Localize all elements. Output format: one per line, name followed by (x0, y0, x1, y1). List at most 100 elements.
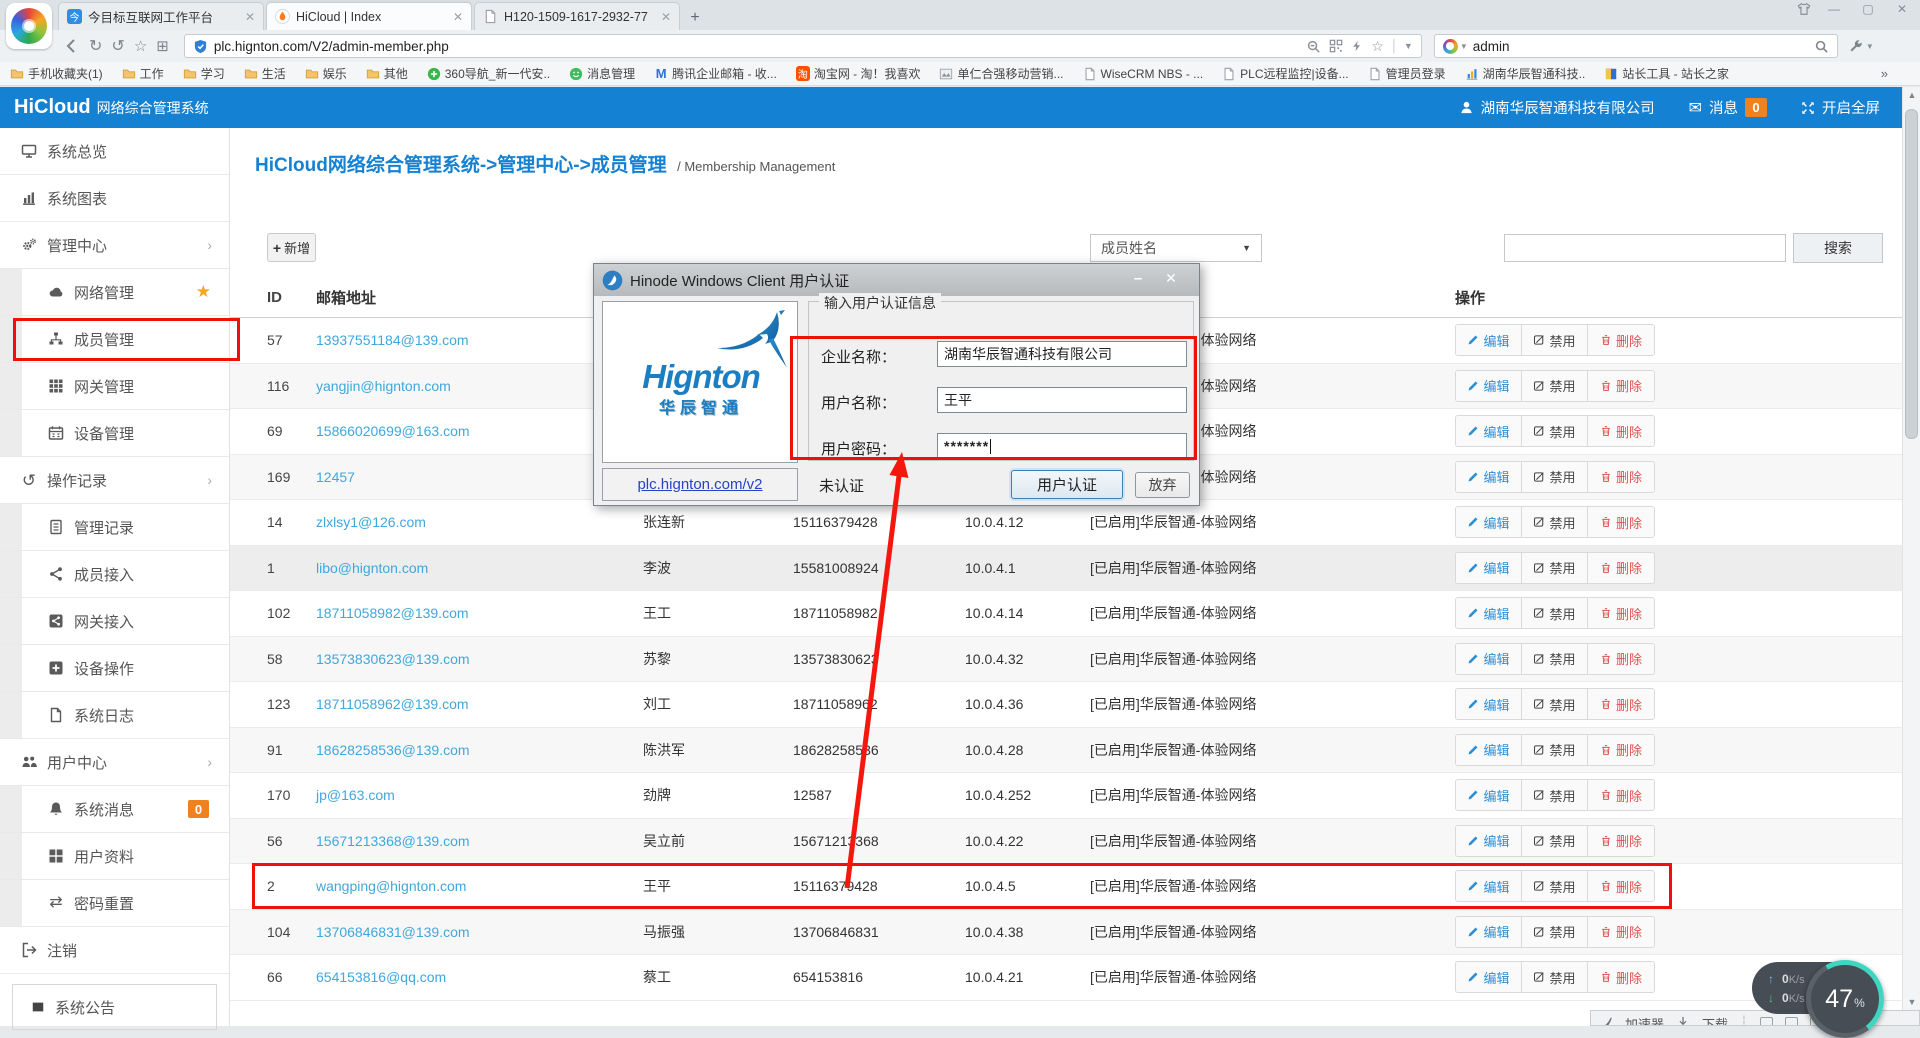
bookmark-item-14[interactable]: 管理员登录 (1368, 65, 1446, 82)
disable-button[interactable]: 禁用 (1522, 780, 1588, 810)
disable-button[interactable]: 禁用 (1522, 553, 1588, 583)
email-link[interactable]: 13937551184@139.com (316, 332, 469, 348)
browser-tab-3[interactable]: H120-1509-1617-2932-77✕ (474, 2, 680, 30)
bookmark-item-13[interactable]: PLC远程监控|设备... (1222, 65, 1348, 82)
add-member-button[interactable]: +新增 (267, 233, 316, 262)
edit-button[interactable]: 编辑 (1456, 917, 1522, 947)
sidebar-item-1[interactable]: 系统总览 (0, 128, 229, 175)
sidebar-item-3[interactable]: 管理中心› (0, 222, 229, 269)
edit-button[interactable]: 编辑 (1456, 598, 1522, 628)
edit-button[interactable]: 编辑 (1456, 735, 1522, 765)
apps-grid-icon[interactable]: ⊞ (156, 37, 169, 55)
sidebar-item-16[interactable]: 用户资料 (0, 833, 229, 880)
sidebar-item-announcement[interactable]: 系统公告 (12, 984, 217, 1030)
bookmark-item-8[interactable]: 消息管理 (569, 65, 635, 82)
edit-button[interactable]: 编辑 (1456, 371, 1522, 401)
delete-button[interactable]: 删除 (1588, 917, 1654, 947)
disable-button[interactable]: 禁用 (1522, 962, 1588, 992)
bookmark-item-1[interactable]: 手机收藏夹(1) (10, 65, 103, 82)
fullscreen-toggle[interactable]: 开启全屏 (1801, 97, 1880, 118)
sidebar-item-11[interactable]: 网关接入 (0, 598, 229, 645)
new-tab-button[interactable]: + (682, 6, 708, 30)
bookmark-item-16[interactable]: 站长工具 - 站长之家 (1604, 65, 1729, 82)
messages-menu[interactable]: ✉ 消息 0 (1689, 97, 1767, 118)
cancel-button[interactable]: 放弃 (1135, 472, 1190, 498)
zoom-icon[interactable] (1306, 39, 1321, 54)
url-dropdown-icon[interactable]: ▼ (1404, 41, 1413, 51)
sidebar-item-13[interactable]: 系统日志 (0, 692, 229, 739)
edit-button[interactable]: 编辑 (1456, 325, 1522, 355)
bookmark-item-10[interactable]: 淘淘宝网 - 淘！我喜欢 (796, 65, 921, 82)
search-box[interactable]: ▼ admin (1434, 34, 1838, 58)
sidebar-item-5[interactable]: 成员管理 (0, 316, 229, 363)
bookmark-item-12[interactable]: WiseCRM NBS - ... (1083, 67, 1204, 81)
qr-code-icon[interactable] (1329, 39, 1343, 53)
member-search-input[interactable] (1504, 234, 1786, 262)
edit-button[interactable]: 编辑 (1456, 507, 1522, 537)
edit-button[interactable]: 编辑 (1456, 871, 1522, 901)
authenticate-button[interactable]: 用户认证 (1011, 470, 1123, 499)
minimize-button[interactable]: — (1822, 2, 1846, 16)
close-button[interactable]: ✕ (1890, 2, 1914, 16)
download-label[interactable]: 下载 (1702, 1014, 1728, 1027)
resource-gauge-widget[interactable]: 47% (1806, 960, 1884, 1038)
sidebar-item-17[interactable]: ⇄密码重置 (0, 880, 229, 927)
company-field[interactable]: 湖南华辰智通科技有限公司 (937, 341, 1187, 367)
engine-dropdown-icon[interactable]: ▼ (1460, 42, 1468, 51)
delete-button[interactable]: 删除 (1588, 962, 1654, 992)
sidebar-item-4[interactable]: 网络管理★ (0, 269, 229, 316)
undo-icon[interactable]: ↺ (111, 36, 124, 56)
tab-close-icon[interactable]: ✕ (245, 10, 255, 24)
company-menu[interactable]: 湖南华辰智通科技有限公司 (1459, 97, 1655, 118)
email-link[interactable]: 15671213368@139.com (316, 833, 470, 849)
delete-button[interactable]: 删除 (1588, 735, 1654, 765)
browser-search-input[interactable]: admin (1473, 39, 1814, 54)
url-box[interactable]: plc.hignton.com/V2/admin-member.php ☆ | … (184, 34, 1422, 58)
edit-button[interactable]: 编辑 (1456, 780, 1522, 810)
sidebar-item-14[interactable]: 用户中心› (0, 739, 229, 786)
filter-select[interactable]: 成员姓名 ▼ (1090, 234, 1262, 262)
delete-button[interactable]: 删除 (1588, 553, 1654, 583)
browser-tab-2[interactable]: HiCloud | Index✕ (266, 2, 472, 30)
edit-button[interactable]: 编辑 (1456, 553, 1522, 583)
bookmark-star-icon[interactable]: ☆ (1371, 38, 1384, 55)
email-link[interactable]: 18628258536@139.com (316, 742, 470, 758)
disable-button[interactable]: 禁用 (1522, 507, 1588, 537)
disable-button[interactable]: 禁用 (1522, 735, 1588, 765)
app-brand[interactable]: HiCloud网络综合管理系统 (14, 96, 209, 119)
username-field[interactable]: 王平 (937, 387, 1187, 413)
sidebar-item-2[interactable]: 系统图表 (0, 175, 229, 222)
sidebar-item-9[interactable]: 管理记录 (0, 504, 229, 551)
wrench-icon[interactable] (1848, 38, 1864, 54)
bookmark-item-11[interactable]: 单仁合强移动营销... (939, 65, 1063, 82)
dialog-title-bar[interactable]: Hinode Windows Client 用户认证 (594, 264, 1199, 296)
email-link[interactable]: zlxlsy1@126.com (316, 514, 426, 530)
bookmarks-overflow-icon[interactable]: » (1881, 66, 1888, 81)
star-icon[interactable]: ★ (196, 282, 211, 302)
delete-button[interactable]: 删除 (1588, 689, 1654, 719)
delete-button[interactable]: 删除 (1588, 507, 1654, 537)
delete-button[interactable]: 删除 (1588, 871, 1654, 901)
search-icon[interactable] (1814, 39, 1829, 54)
edit-button[interactable]: 编辑 (1456, 644, 1522, 674)
toolbar-icon[interactable] (1785, 1017, 1798, 1027)
email-link[interactable]: jp@163.com (316, 787, 395, 803)
delete-button[interactable]: 删除 (1588, 598, 1654, 628)
delete-button[interactable]: 删除 (1588, 826, 1654, 856)
delete-button[interactable]: 删除 (1588, 416, 1654, 446)
browser-tab-1[interactable]: 今今目标互联网工作平台✕ (58, 2, 264, 30)
disable-button[interactable]: 禁用 (1522, 689, 1588, 719)
disable-button[interactable]: 禁用 (1522, 598, 1588, 628)
sidebar-item-8[interactable]: ↺操作记录› (0, 457, 229, 504)
delete-button[interactable]: 删除 (1588, 462, 1654, 492)
wrench-dropdown-icon[interactable]: ▼ (1866, 42, 1874, 51)
back-icon[interactable] (64, 38, 80, 54)
email-link[interactable]: 15866020699@163.com (316, 423, 470, 439)
skin-icon[interactable] (1796, 2, 1812, 16)
bookmark-item-3[interactable]: 学习 (183, 65, 225, 82)
email-link[interactable]: wangping@hignton.com (316, 878, 466, 894)
toolbar-icon[interactable] (1760, 1017, 1773, 1027)
disable-button[interactable]: 禁用 (1522, 371, 1588, 401)
maximize-button[interactable]: ▢ (1856, 2, 1880, 16)
sidebar-item-10[interactable]: 成员接入 (0, 551, 229, 598)
